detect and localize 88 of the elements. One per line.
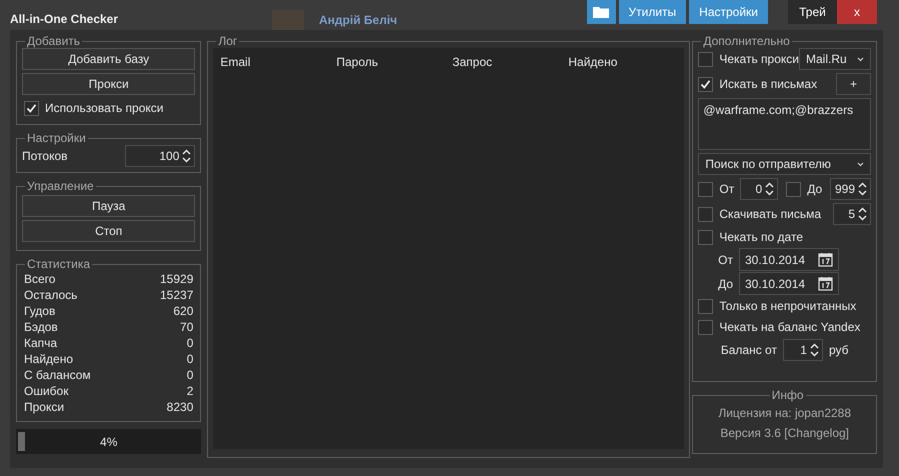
stat-label: Осталось: [24, 287, 78, 303]
column-header: Пароль: [336, 54, 380, 71]
spinner-field[interactable]: 0: [740, 178, 778, 200]
field-label: От: [718, 252, 733, 268]
checkbox-label: Чекать по дате: [719, 229, 804, 246]
checkbox-label: Использовать прокси: [45, 100, 164, 117]
add-button[interactable]: +: [836, 73, 871, 95]
button[interactable]: Прокси: [22, 73, 196, 95]
checkbox[interactable]: [24, 100, 39, 116]
group-title: Управление: [26, 179, 95, 193]
folder-button[interactable]: [586, 0, 616, 24]
field-label: До: [718, 276, 733, 292]
checkbox-label: Скачивать письма: [719, 206, 822, 223]
spinner-arrows-icon[interactable]: [858, 207, 867, 221]
column-header: Запрос: [452, 54, 494, 71]
caret-icon: [857, 162, 864, 166]
checkbox[interactable]: [698, 230, 714, 244]
checkbox-label: От: [719, 181, 734, 198]
calendar-icon[interactable]: [818, 276, 833, 291]
stat-label: Гудов: [24, 303, 56, 319]
license-text: Лицензия на: jopan2288: [717, 405, 852, 422]
stat-label: С балансом: [24, 367, 91, 383]
checkbox[interactable]: [698, 298, 714, 314]
stat-value: 0: [186, 367, 194, 383]
text-area[interactable]: @warframe.com;@brazzers: [698, 98, 871, 150]
group-title: Добавить: [26, 34, 82, 48]
toolbar-button[interactable]: Настройки: [689, 0, 768, 24]
checkbox[interactable]: [786, 182, 802, 196]
stat-value: 8230: [166, 399, 194, 415]
dropdown[interactable]: Поиск по отправителю: [698, 153, 871, 175]
group-title: Дополнительно: [702, 34, 791, 48]
column-header: Найдено: [568, 54, 618, 71]
checkbox-label: До: [807, 181, 822, 198]
spinner-field[interactable]: 5: [833, 203, 871, 225]
column-header: Email: [220, 54, 252, 71]
unit-label: руб: [828, 342, 848, 359]
photo-placeholder: [272, 10, 304, 30]
stat-label: Капча: [24, 335, 58, 351]
checkbox[interactable]: [698, 52, 714, 66]
stat-value: 70: [180, 319, 194, 335]
group-title: Статистика: [26, 257, 92, 271]
spinner-field[interactable]: 1: [782, 339, 823, 361]
toolbar-button[interactable]: Утилиты: [618, 0, 686, 24]
stat-value: 620: [173, 303, 194, 319]
folder-icon: [593, 6, 609, 18]
stat-label: Прокси: [24, 399, 64, 415]
checkbox-label: Чекать на баланс Yandex: [719, 319, 860, 336]
stat-value: 2: [186, 383, 194, 399]
button[interactable]: Добавить базу: [22, 48, 196, 70]
field-label: Потоков: [22, 148, 68, 165]
close-button[interactable]: x: [837, 0, 877, 24]
spinner-arrows-icon[interactable]: [858, 182, 867, 196]
stat-label: Найдено: [24, 351, 74, 367]
field-label: Баланс от: [720, 342, 777, 359]
date-field[interactable]: 30.10.2014: [739, 272, 839, 295]
checkbox-label: Чекать прокси: [719, 51, 799, 68]
tray-button[interactable]: Трей: [788, 0, 837, 24]
stat-label: Ошибок: [24, 383, 68, 399]
group-title: Инфо: [770, 388, 805, 402]
stat-label: Бэдов: [24, 319, 58, 335]
checkbox[interactable]: [698, 320, 714, 334]
spinner-arrows-icon[interactable]: [765, 182, 774, 196]
stat-label: Всего: [24, 271, 56, 287]
stat-value: 15237: [160, 287, 194, 303]
background-name: Андрій Беліч: [319, 12, 398, 29]
spinner-field[interactable]: 100: [125, 145, 196, 167]
spinner-arrows-icon[interactable]: [810, 343, 819, 357]
date-field[interactable]: 30.10.2014: [739, 248, 839, 271]
spinner-field[interactable]: 999: [830, 178, 871, 200]
checkbox[interactable]: [698, 76, 714, 92]
button[interactable]: Стоп: [22, 220, 196, 242]
progress-reading: 4%: [100, 434, 118, 450]
group-title: Настройки: [26, 131, 87, 145]
calendar-icon[interactable]: [818, 252, 833, 267]
group-title: Лог: [217, 34, 238, 48]
checkbox-label: Только в непрочитанных: [719, 298, 856, 315]
version-text: Версия 3.6 [Changelog]: [719, 425, 850, 442]
window-title: All-in-One Checker: [10, 11, 120, 28]
checkbox-label: Искать в письмах: [719, 76, 818, 93]
caret-icon: [857, 56, 864, 62]
stat-value: 15929: [160, 271, 194, 287]
checkbox[interactable]: [698, 182, 714, 196]
dropdown[interactable]: Mail.Ru: [799, 48, 871, 70]
spinner-arrows-icon[interactable]: [182, 149, 192, 163]
button[interactable]: Пауза: [22, 195, 196, 217]
stat-value: 0: [186, 335, 194, 351]
checkbox[interactable]: [698, 206, 714, 222]
stat-value: 0: [186, 351, 194, 367]
